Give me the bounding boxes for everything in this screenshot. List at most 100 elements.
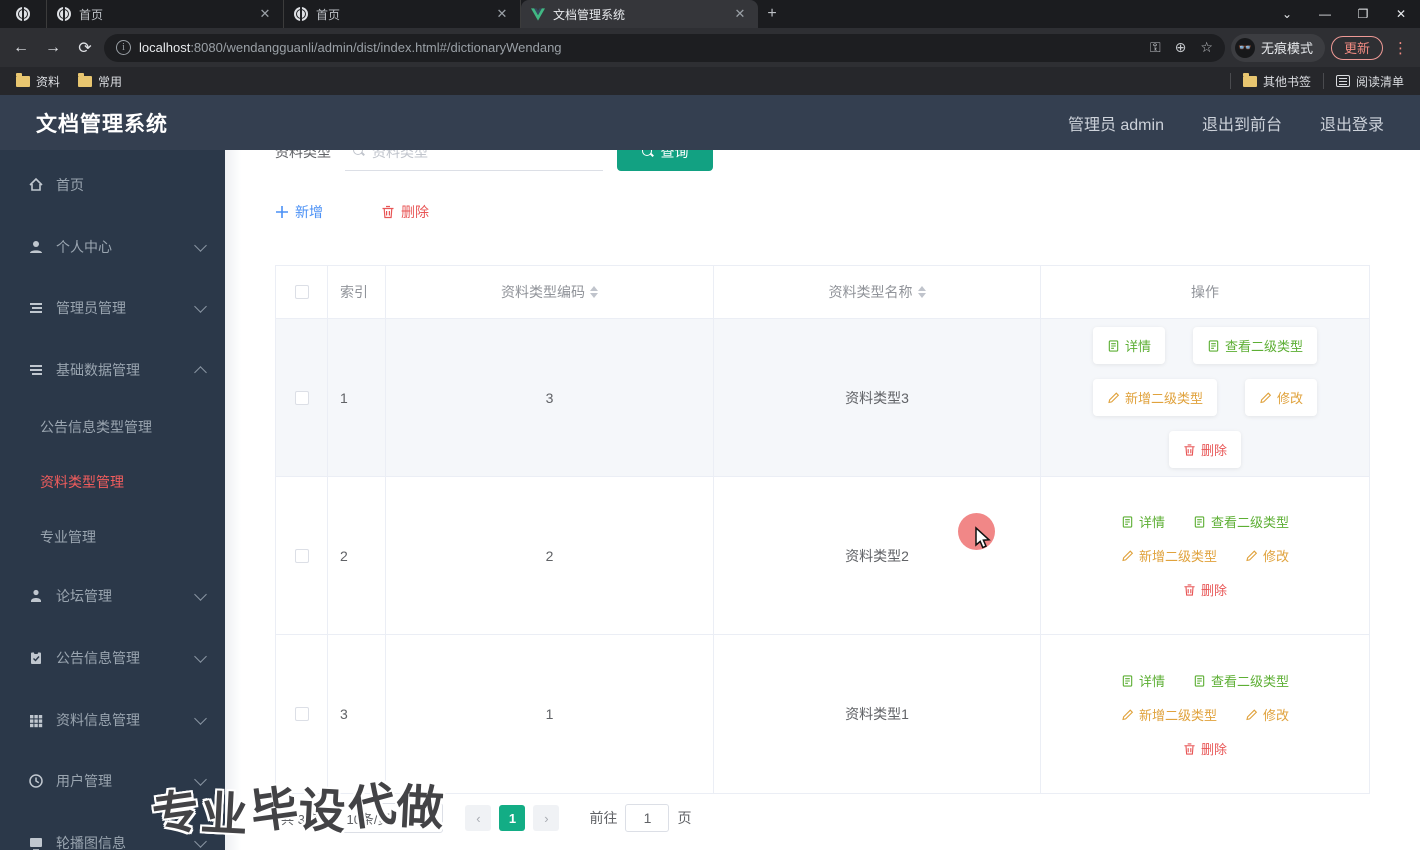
header-checkbox-cell: [276, 266, 328, 318]
detail-button[interactable]: 详情: [1121, 671, 1165, 690]
edit-button[interactable]: 修改: [1245, 379, 1318, 416]
password-key-icon[interactable]: ⚿: [1150, 39, 1161, 56]
view-subtype-button[interactable]: 查看二级类型: [1193, 671, 1289, 690]
browser-tab-2[interactable]: 首页 ✕: [284, 0, 521, 28]
watermark-text: 专业毕设代做: [149, 776, 447, 843]
browser-update-button[interactable]: 更新: [1330, 35, 1383, 60]
add-button[interactable]: 新增: [275, 202, 323, 222]
delete-button[interactable]: 删除: [381, 202, 429, 222]
close-window-button[interactable]: ✕: [1382, 0, 1420, 28]
row-checkbox[interactable]: [294, 548, 309, 563]
reload-icon[interactable]: ⟳: [72, 35, 98, 61]
sidebar-item-notice-type-management[interactable]: 公告信息类型管理: [0, 407, 225, 447]
cell-code: 3: [386, 319, 714, 476]
pencil-icon: [1121, 549, 1134, 562]
bookmark-folder[interactable]: 常用: [72, 72, 128, 90]
prev-page-button[interactable]: ‹: [465, 805, 492, 831]
pinned-tab[interactable]: [0, 0, 47, 28]
other-bookmarks-button[interactable]: 其他书签: [1237, 72, 1317, 90]
new-tab-button[interactable]: +: [758, 0, 786, 28]
row-checkbox-cell: [276, 477, 328, 634]
tab-search-chevron-icon[interactable]: ⌄: [1268, 0, 1306, 28]
chevron-down-icon: [194, 649, 207, 663]
pencil-icon: [1259, 391, 1272, 404]
row-checkbox[interactable]: [294, 707, 309, 721]
globe-favicon-icon: [294, 7, 308, 21]
bookmark-folder[interactable]: 资料: [10, 72, 66, 90]
next-page-button[interactable]: ›: [533, 805, 560, 831]
add-subtype-button[interactable]: 新增二级类型: [1121, 546, 1217, 565]
sidebar-item-personal-center[interactable]: 个人中心: [0, 227, 225, 267]
row-delete-button[interactable]: 删除: [1183, 739, 1227, 758]
add-subtype-button[interactable]: 新增二级类型: [1092, 379, 1217, 416]
list-icon: [28, 362, 44, 378]
browser-menu-icon[interactable]: ⋮: [1389, 39, 1412, 57]
sort-caret-icon[interactable]: [590, 286, 598, 298]
minimize-button[interactable]: —: [1306, 0, 1344, 28]
current-page-button[interactable]: 1: [499, 805, 526, 831]
edit-button[interactable]: 修改: [1245, 546, 1289, 565]
detail-button[interactable]: 详情: [1121, 512, 1165, 531]
logout-link[interactable]: 退出登录: [1320, 111, 1384, 135]
sidebar-item-admin-management[interactable]: 管理员管理: [0, 288, 225, 328]
detail-button[interactable]: 详情: [1092, 327, 1165, 364]
document-icon: [1193, 674, 1206, 687]
app-header: 文档管理系统 管理员 admin 退出到前台 退出登录: [0, 95, 1420, 150]
table-row[interactable]: 2 2 资料类型2 详情 查看二级类型 新增二级类型 修改 删除: [276, 477, 1369, 635]
sidebar-item-notice-management[interactable]: 公告信息管理: [0, 638, 225, 678]
header-name[interactable]: 资料类型名称: [714, 266, 1041, 318]
sidebar-item-base-data-management[interactable]: 基础数据管理: [0, 350, 225, 390]
tab-close-icon[interactable]: ✕: [494, 6, 510, 22]
site-info-icon[interactable]: i: [116, 40, 131, 55]
sidebar-item-data-type-management-active[interactable]: 资料类型管理: [0, 462, 225, 502]
omnibox-icons: ⚿ ⊕ ☆: [1150, 39, 1213, 56]
bookmark-label: 常用: [98, 74, 123, 89]
sort-caret-icon[interactable]: [917, 286, 926, 298]
data-table: 索引 资料类型编码 资料类型名称 操作 1 3 资料类型3 详情 查看二级类型 …: [275, 265, 1370, 794]
add-subtype-button[interactable]: 新增二级类型: [1121, 705, 1217, 724]
sidebar-item-major-management[interactable]: 专业管理: [0, 517, 225, 557]
cell-actions: 详情 查看二级类型 新增二级类型 修改 删除: [1041, 477, 1369, 634]
pencil-icon: [1121, 708, 1134, 721]
row-delete-button[interactable]: 删除: [1183, 580, 1227, 599]
browser-tab-1[interactable]: 首页 ✕: [47, 0, 284, 28]
search-input[interactable]: 资料类型: [345, 150, 603, 171]
back-icon[interactable]: ←: [8, 35, 34, 61]
row-delete-button[interactable]: 删除: [1168, 431, 1241, 468]
restore-button[interactable]: ❐: [1344, 0, 1382, 28]
select-all-checkbox[interactable]: [294, 285, 309, 299]
tab-title: 文档管理系统: [553, 7, 626, 22]
divider: [1229, 73, 1231, 89]
reading-list-button[interactable]: 阅读清单: [1330, 73, 1410, 90]
goto-page-input[interactable]: [625, 804, 670, 832]
pencil-icon: [1245, 708, 1258, 721]
exit-to-front-link[interactable]: 退出到前台: [1202, 111, 1282, 135]
reading-list-label: 阅读清单: [1355, 74, 1404, 89]
zoom-icon[interactable]: ⊕: [1175, 39, 1187, 56]
sidebar-item-home[interactable]: 首页: [0, 165, 225, 205]
tab-title: 首页: [79, 7, 104, 22]
search-row: 资料类型 资料类型 查询: [275, 150, 713, 172]
vue-logo-icon: [531, 7, 545, 21]
tab-close-icon[interactable]: ✕: [732, 6, 748, 22]
edit-button[interactable]: 修改: [1245, 705, 1289, 724]
sidebar-item-data-info-management[interactable]: 资料信息管理: [0, 700, 225, 740]
row-checkbox[interactable]: [294, 390, 309, 405]
tab-close-icon[interactable]: ✕: [257, 6, 273, 22]
sidebar-item-label: 个人中心: [56, 239, 112, 255]
window-controls: ⌄ — ❐ ✕: [1268, 0, 1420, 28]
view-subtype-button[interactable]: 查看二级类型: [1193, 327, 1318, 364]
header-code[interactable]: 资料类型编码: [386, 266, 714, 318]
user-icon: [28, 239, 44, 255]
browser-tab-active[interactable]: 文档管理系统 ✕: [521, 0, 758, 28]
sidebar-item-forum-management[interactable]: 论坛管理: [0, 576, 225, 616]
content-left-shadow: [225, 150, 241, 850]
forward-icon[interactable]: →: [40, 35, 66, 61]
table-row[interactable]: 1 3 资料类型3 详情 查看二级类型 新增二级类型 修改 删除: [276, 319, 1369, 477]
view-subtype-button[interactable]: 查看二级类型: [1193, 512, 1289, 531]
url-bar[interactable]: i localhost:8080/wendangguanli/admin/dis…: [104, 33, 1225, 62]
query-button[interactable]: 查询: [617, 150, 713, 171]
cell-index: 1: [328, 319, 386, 476]
bookmark-star-icon[interactable]: ☆: [1200, 39, 1213, 56]
table-toolbar: 新增 删除: [275, 202, 429, 222]
